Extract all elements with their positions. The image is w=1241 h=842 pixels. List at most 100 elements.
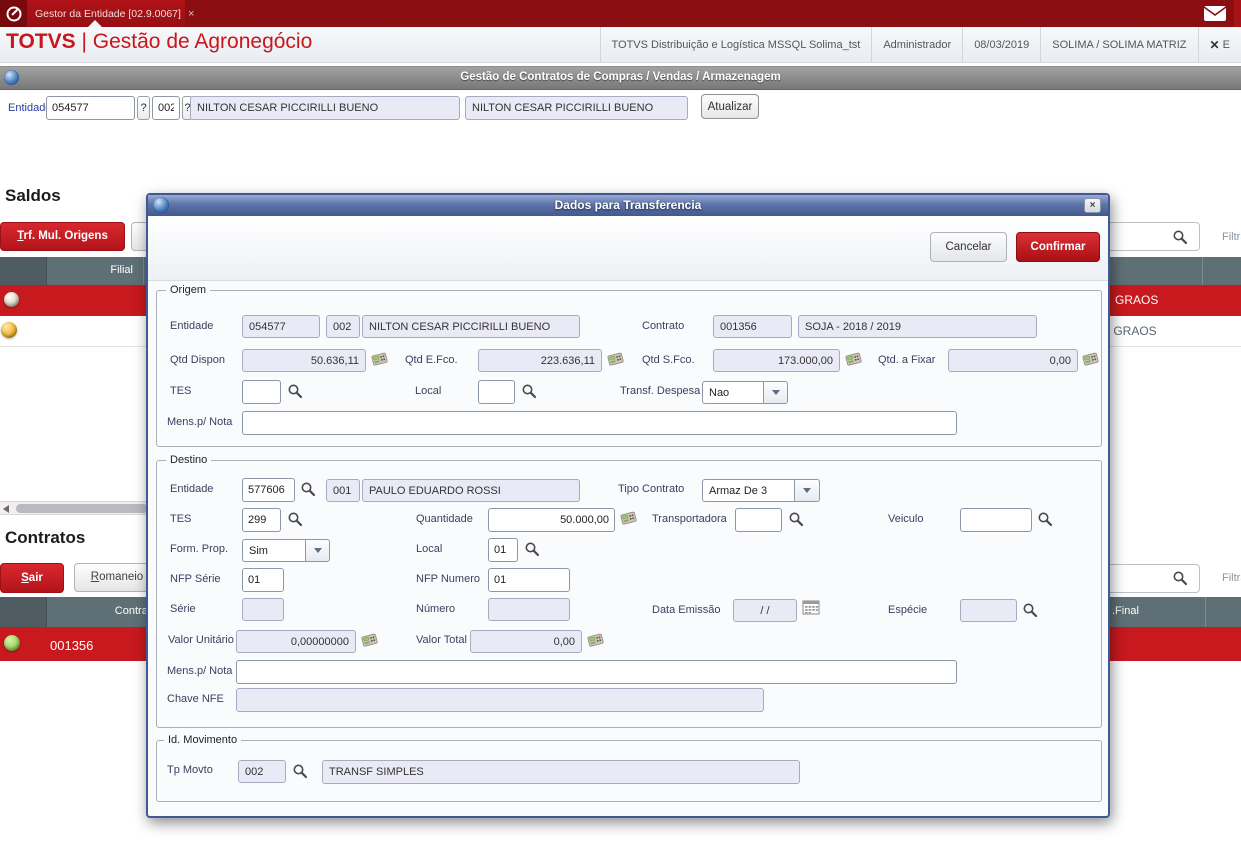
app-close-button[interactable]: ✕ E — [1197, 27, 1241, 62]
saldos-table-header-first-col[interactable] — [0, 257, 47, 285]
transf-despesa-label: Transf. Despesa — [620, 385, 701, 397]
numero-field — [488, 598, 570, 621]
tp-movto-lookup-icon[interactable] — [292, 763, 308, 784]
data-emissao-calendar-icon[interactable] — [802, 600, 820, 620]
destino-entidade-store-field: 001 — [326, 479, 360, 502]
qtd-dispon-label: Qtd Dispon — [170, 354, 226, 366]
destino-tes-input[interactable] — [242, 508, 281, 532]
origem-tes-lookup-icon[interactable] — [287, 383, 303, 404]
especie-lookup-icon[interactable] — [1022, 602, 1038, 623]
qtd-dispon-field: 50.636,11 — [242, 349, 366, 372]
form-prop-select[interactable]: Sim — [242, 539, 306, 562]
tipo-contrato-select[interactable]: Armaz De 3 — [702, 479, 795, 502]
transportadora-lookup-icon[interactable] — [788, 511, 804, 532]
qtd-fixar-calculator-icon[interactable] — [1082, 351, 1099, 371]
valor-unitario-calculator-icon[interactable] — [361, 632, 378, 652]
qtd-fixar-label: Qtd. a Fixar — [878, 354, 936, 366]
dialog-titlebar[interactable]: Dados para Transferencia — [148, 195, 1108, 217]
destino-mens-label: Mens.p/ Nota — [167, 665, 233, 677]
destino-local-input[interactable] — [488, 538, 518, 562]
date-label: 08/03/2019 — [962, 27, 1040, 62]
confirm-button[interactable]: Confirmar — [1016, 232, 1100, 262]
nfp-numero-input[interactable] — [488, 568, 570, 592]
contratos-search-icon[interactable] — [1172, 570, 1188, 591]
quantidade-calculator-icon[interactable] — [620, 510, 637, 530]
destino-entidade-lookup-icon[interactable] — [300, 481, 316, 502]
saldos-search-icon[interactable] — [1172, 229, 1188, 250]
user-label: Administrador — [871, 27, 962, 62]
saldos-row2-status-orb — [1, 322, 17, 338]
origem-entidade-store-field: 002 — [326, 315, 360, 338]
trf-mul-origens-button[interactable]: Trf. Mul. Origens — [0, 222, 125, 251]
destino-entidade-input[interactable] — [242, 478, 295, 502]
entity-name-copy-field: NILTON CESAR PICCIRILLI BUENO — [465, 96, 688, 120]
transfer-dialog: Dados para Transferencia × Cancelar Conf… — [146, 193, 1110, 818]
app-header: TOTVS | Gestão de Agronegócio TOTVS Dist… — [0, 27, 1241, 63]
destino-mens-input[interactable] — [236, 660, 957, 684]
entity-code-help-button[interactable]: ? — [137, 96, 150, 120]
origem-mens-input[interactable] — [242, 411, 957, 435]
valor-unitario-label: Valor Unitário — [168, 634, 234, 646]
transf-despesa-select[interactable]: Nao — [702, 381, 764, 404]
serie-field — [242, 598, 284, 621]
contratos-col-final[interactable]: .Final — [1112, 605, 1139, 617]
qtd-fixar-field: 0,00 — [948, 349, 1078, 372]
qtd-efco-field: 223.636,11 — [478, 349, 602, 372]
scrollbar-thumb[interactable] — [16, 504, 148, 513]
saldos-horizontal-scrollbar[interactable] — [0, 501, 160, 515]
refresh-button[interactable]: Atualizar — [701, 94, 759, 119]
origem-tes-input[interactable] — [242, 380, 281, 404]
qtd-dispon-calculator-icon[interactable] — [371, 351, 388, 371]
app-brand: TOTVS | Gestão de Agronegócio — [6, 30, 312, 54]
brand-separator: | — [81, 30, 87, 53]
saldos-section-title: Saldos — [5, 186, 61, 205]
cancel-button[interactable]: Cancelar — [930, 232, 1007, 262]
nfp-serie-input[interactable] — [242, 568, 284, 592]
qtd-efco-label: Qtd E.Fco. — [405, 354, 458, 366]
saldos-col-filial[interactable]: Filial — [55, 264, 133, 276]
veiculo-lookup-icon[interactable] — [1037, 511, 1053, 532]
origem-entidade-label: Entidade — [170, 320, 214, 332]
contratos-row-number: 001356 — [50, 638, 94, 653]
tp-movto-code-field: 002 — [238, 760, 286, 783]
chave-nfe-label: Chave NFE — [167, 693, 224, 705]
destino-tes-lookup-icon[interactable] — [287, 511, 303, 532]
transportadora-input[interactable] — [735, 508, 782, 532]
destino-local-lookup-icon[interactable] — [524, 541, 540, 562]
sair-button[interactable]: Sair — [0, 563, 64, 593]
form-prop-dropdown-arrow[interactable] — [305, 539, 330, 562]
dialog-close-button[interactable]: × — [1084, 198, 1101, 213]
origem-local-input[interactable] — [478, 380, 515, 404]
topbar-endcap — [1234, 0, 1241, 27]
destino-tes-label: TES — [170, 513, 192, 525]
contratos-section-title: Contratos — [5, 528, 86, 547]
tab-close-icon[interactable]: × — [188, 8, 194, 20]
qtd-sfco-calculator-icon[interactable] — [845, 351, 862, 371]
mail-icon[interactable] — [1203, 5, 1227, 22]
valor-total-calculator-icon[interactable] — [587, 632, 604, 652]
module-toolbar: Gestão de Contratos de Compras / Vendas … — [0, 66, 1241, 90]
valor-total-field: 0,00 — [470, 630, 582, 653]
contratos-filter-label: Filtrar — [1222, 572, 1241, 584]
qtd-efco-calculator-icon[interactable] — [607, 351, 624, 371]
tipo-contrato-dropdown-arrow[interactable] — [794, 479, 820, 502]
totvs-logo-icon — [0, 0, 27, 27]
entity-code-input[interactable] — [46, 96, 135, 120]
tp-movto-label: Tp Movto — [167, 764, 213, 776]
origem-local-lookup-icon[interactable] — [521, 383, 537, 404]
close-x-icon[interactable]: ✕ — [1210, 38, 1220, 52]
tipo-contrato-label: Tipo Contrato — [618, 483, 685, 495]
contratos-table-header-first-col[interactable] — [0, 597, 47, 627]
screen: Gestor da Entidade [02.9.0067] × TOTVS |… — [0, 0, 1241, 842]
destino-entidade-name-field: PAULO EDUARDO ROSSI — [362, 479, 580, 502]
transf-despesa-dropdown-arrow[interactable] — [763, 381, 788, 404]
veiculo-input[interactable] — [960, 508, 1032, 532]
header-status-area: TOTVS Distribuição e Logística MSSQL Sol… — [599, 27, 1241, 62]
quantidade-label: Quantidade — [416, 513, 473, 525]
entity-store-input[interactable] — [152, 96, 180, 120]
tab-gestor-entidade[interactable]: Gestor da Entidade [02.9.0067] × — [27, 0, 194, 27]
entity-name-field: NILTON CESAR PICCIRILLI BUENO — [190, 96, 460, 120]
scrollbar-left-arrow[interactable] — [3, 505, 9, 513]
quantidade-input[interactable] — [488, 508, 615, 532]
contratos-col-contrato[interactable]: Contrato — [46, 605, 157, 617]
